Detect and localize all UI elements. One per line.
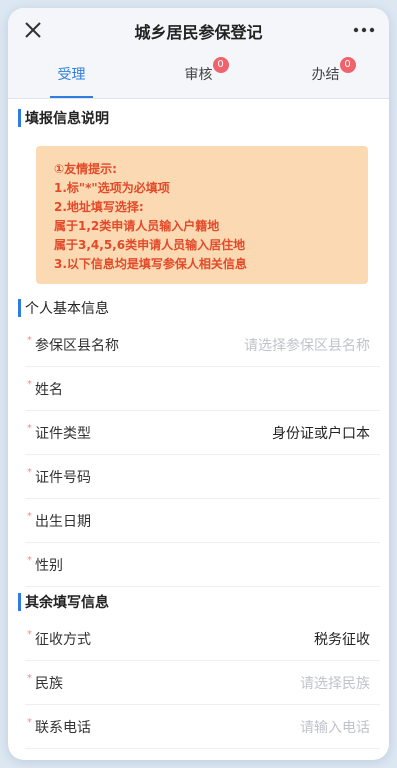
section-title: 其余填写信息 bbox=[25, 595, 109, 611]
section-accent-bar bbox=[18, 109, 21, 127]
field-value: 身份证或户口本 bbox=[272, 426, 370, 442]
field-birth-date[interactable]: * 出生日期 bbox=[25, 498, 380, 543]
app-window: 城乡居民参保登记 受理 审核 0 办结 0 填报信息说明 ①友情提示: 1.标"*"… bbox=[8, 8, 389, 760]
field-label: 证件类型 bbox=[35, 426, 91, 442]
field-label: 参保区县名称 bbox=[35, 338, 119, 354]
tab-label: 办结 0 bbox=[311, 57, 356, 83]
required-mark: * bbox=[27, 423, 32, 434]
tab-completed[interactable]: 办结 0 bbox=[262, 52, 389, 98]
field-placeholder: 请选择参保区县名称 bbox=[244, 338, 370, 354]
tab-accept[interactable]: 受理 bbox=[8, 52, 135, 98]
field-label: 联系电话 bbox=[35, 720, 91, 736]
active-tab-indicator bbox=[50, 96, 93, 98]
section-header-basic-info: 个人基本信息 bbox=[8, 292, 389, 324]
section-header-instructions: 填报信息说明 bbox=[8, 102, 389, 134]
required-mark: * bbox=[27, 673, 32, 684]
required-mark: * bbox=[27, 511, 32, 522]
section-header-other-info: 其余填写信息 bbox=[8, 586, 389, 618]
notice-line: 1.标"*"选项为必填项 bbox=[54, 181, 170, 195]
required-mark: * bbox=[27, 555, 32, 566]
more-options-icon[interactable] bbox=[353, 27, 375, 33]
field-label: 民族 bbox=[35, 676, 63, 692]
tab-bar: 受理 审核 0 办结 0 bbox=[8, 52, 389, 99]
title-bar: 城乡居民参保登记 bbox=[8, 8, 389, 52]
section-accent-bar bbox=[18, 593, 21, 611]
field-phone[interactable]: * 联系电话 请输入电话 bbox=[25, 704, 380, 749]
field-label: 征收方式 bbox=[35, 632, 91, 648]
field-collection-method[interactable]: * 征收方式 税务征收 bbox=[25, 616, 380, 661]
notice-line: 属于3,4,5,6类申请人员输入居住地 bbox=[54, 238, 246, 252]
required-mark: * bbox=[27, 717, 32, 728]
notice-line: 属于1,2类申请人员输入户籍地 bbox=[54, 219, 220, 233]
section-accent-bar bbox=[18, 299, 21, 317]
field-gender[interactable]: * 性别 bbox=[25, 542, 380, 587]
count-badge: 0 bbox=[212, 57, 229, 73]
notice-line: 3.以下信息均是填写参保人相关信息 bbox=[54, 257, 247, 271]
notice-box: ①友情提示: 1.标"*"选项为必填项 2.地址填写选择: 属于1,2类申请人员… bbox=[36, 146, 368, 284]
field-ethnicity[interactable]: * 民族 请选择民族 bbox=[25, 660, 380, 705]
section-title: 填报信息说明 bbox=[25, 111, 109, 127]
required-mark: * bbox=[27, 379, 32, 390]
required-mark: * bbox=[27, 467, 32, 478]
field-placeholder: 请输入电话 bbox=[300, 720, 370, 736]
required-mark: * bbox=[27, 335, 32, 346]
field-name[interactable]: * 姓名 bbox=[25, 366, 380, 411]
tab-label-text: 办结 bbox=[311, 67, 340, 83]
section-title: 个人基本信息 bbox=[25, 301, 109, 317]
notice-line: ①友情提示: bbox=[54, 162, 117, 176]
field-label: 性别 bbox=[35, 558, 63, 574]
field-id-type[interactable]: * 证件类型 身份证或户口本 bbox=[25, 410, 380, 455]
tab-label-text: 审核 bbox=[184, 67, 213, 83]
field-placeholder: 请选择民族 bbox=[300, 676, 370, 692]
page-title: 城乡居民参保登记 bbox=[134, 23, 263, 42]
field-label: 姓名 bbox=[35, 382, 63, 398]
notice-line: 2.地址填写选择: bbox=[54, 200, 144, 214]
field-label: 证件号码 bbox=[35, 470, 91, 486]
field-insurance-district[interactable]: * 参保区县名称 请选择参保区县名称 bbox=[25, 322, 380, 367]
tab-label: 审核 0 bbox=[184, 57, 229, 83]
count-badge: 0 bbox=[339, 57, 356, 73]
tab-review[interactable]: 审核 0 bbox=[135, 52, 262, 98]
field-label: 出生日期 bbox=[35, 514, 91, 530]
tab-label: 受理 bbox=[57, 67, 86, 83]
field-id-number[interactable]: * 证件号码 bbox=[25, 454, 380, 499]
required-mark: * bbox=[27, 629, 32, 640]
field-value: 税务征收 bbox=[314, 632, 370, 648]
